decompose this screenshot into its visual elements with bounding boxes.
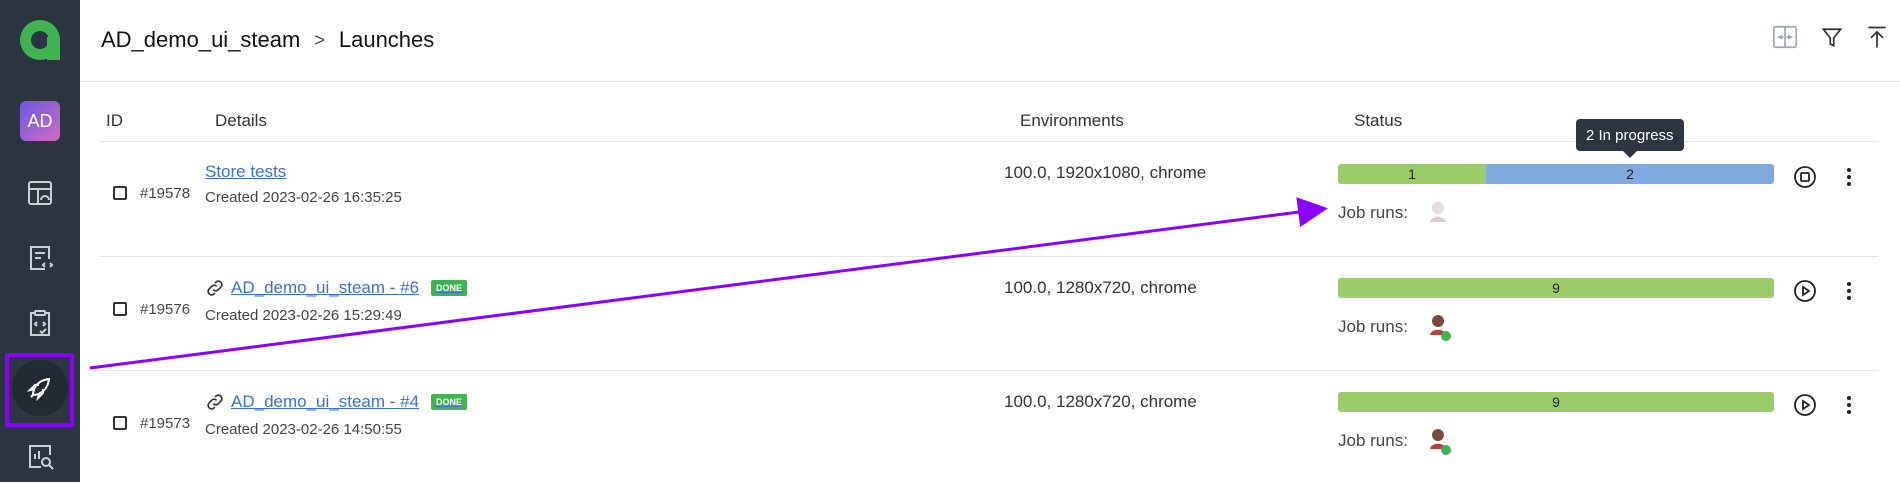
online-status-dot: [1441, 331, 1451, 341]
row-checkbox[interactable]: [113, 302, 127, 316]
launch-id: #19578: [140, 185, 191, 202]
launch-title[interactable]: AD_demo_ui_steam - #6: [231, 278, 419, 298]
launch-created: Created 2023-02-26 16:35:25: [205, 189, 402, 206]
launch-title[interactable]: AD_demo_ui_steam - #4: [231, 392, 419, 412]
table-row[interactable]: #19578 Store tests Created 2023-02-26 16…: [100, 142, 1878, 257]
table-row[interactable]: #19576 AD_demo_ui_steam - #6 DONE Create…: [100, 256, 1878, 371]
table-row[interactable]: #19573 AD_demo_ui_steam - #4 DONE Create…: [100, 370, 1878, 484]
job-run-avatar[interactable]: [1427, 200, 1449, 224]
row-checkbox[interactable]: [113, 186, 127, 200]
link-icon: [207, 394, 223, 410]
launch-title[interactable]: Store tests: [205, 162, 286, 182]
launch-created: Created 2023-02-26 14:50:55: [205, 421, 402, 438]
compare-icon[interactable]: [1770, 22, 1800, 52]
breadcrumb-page: Launches: [338, 27, 435, 52]
row-checkbox[interactable]: [113, 416, 127, 430]
launch-title-link[interactable]: AD_demo_ui_steam - #4 DONE: [205, 392, 468, 412]
online-status-dot: [1441, 445, 1451, 455]
launch-created: Created 2023-02-26 15:29:49: [205, 307, 402, 324]
test-cases-icon[interactable]: [12, 230, 68, 286]
launch-id: #19573: [140, 415, 191, 432]
col-environments[interactable]: Environments: [1020, 111, 1124, 131]
launch-environment: 100.0, 1280x720, chrome: [1004, 278, 1197, 297]
launch-environment: 100.0, 1920x1080, chrome: [1004, 163, 1207, 182]
job-runs-label: Job runs:: [1338, 203, 1408, 222]
breadcrumb-project[interactable]: AD_demo_ui_steam: [101, 27, 300, 53]
tooltip-tail: [1623, 151, 1637, 158]
more-options-icon[interactable]: [1837, 165, 1861, 189]
link-icon: [207, 280, 223, 296]
bar-segment-in-progress[interactable]: 2: [1486, 164, 1774, 184]
dashboard-icon[interactable]: [12, 165, 68, 221]
more-options-icon[interactable]: [1837, 393, 1861, 417]
play-icon[interactable]: [1793, 393, 1817, 417]
launch-environment: 100.0, 1280x720, chrome: [1004, 392, 1197, 411]
page-header: AD_demo_ui_steam > Launches: [80, 0, 1900, 82]
launch-title-link[interactable]: Store tests: [205, 162, 286, 182]
job-runs-label: Job runs:: [1338, 431, 1408, 450]
app-logo-icon[interactable]: [17, 17, 63, 63]
col-status[interactable]: Status: [1354, 111, 1402, 131]
status-progress-bar[interactable]: 1 2: [1338, 164, 1774, 184]
tooltip: 2 In progress: [1576, 119, 1684, 151]
status-badge: DONE: [431, 280, 468, 296]
breadcrumb: AD_demo_ui_steam > Launches: [101, 27, 434, 53]
status-badge: DONE: [431, 394, 468, 410]
stop-icon[interactable]: [1793, 165, 1817, 189]
scroll-to-top-icon[interactable]: [1862, 22, 1892, 52]
job-runs-label: Job runs:: [1338, 317, 1408, 336]
status-progress-bar[interactable]: 9: [1338, 392, 1774, 412]
filter-icon[interactable]: [1817, 22, 1847, 52]
annotation-highlight-box: [5, 353, 74, 427]
col-details[interactable]: Details: [215, 111, 267, 131]
play-icon[interactable]: [1793, 279, 1817, 303]
bar-segment-passed[interactable]: 9: [1338, 278, 1774, 298]
project-avatar[interactable]: AD: [20, 101, 60, 141]
more-options-icon[interactable]: [1837, 279, 1861, 303]
col-id[interactable]: ID: [106, 111, 123, 131]
breadcrumb-separator: >: [314, 29, 325, 50]
test-plans-icon[interactable]: [12, 295, 68, 351]
launch-id: #19576: [140, 301, 191, 318]
bar-segment-passed[interactable]: 1: [1338, 164, 1486, 184]
launch-title-link[interactable]: AD_demo_ui_steam - #6 DONE: [205, 278, 468, 298]
bar-segment-passed[interactable]: 9: [1338, 392, 1774, 412]
status-progress-bar[interactable]: 9: [1338, 278, 1774, 298]
reports-icon[interactable]: [12, 428, 68, 484]
